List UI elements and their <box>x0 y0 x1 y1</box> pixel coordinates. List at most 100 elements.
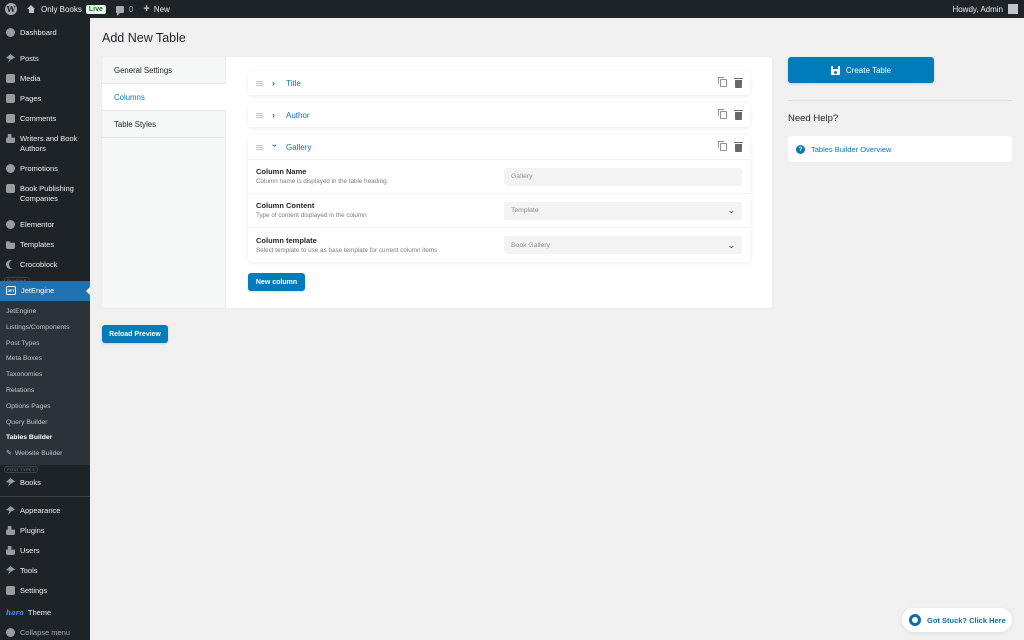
my-account-link[interactable]: Howdy, Admin <box>952 4 1024 14</box>
help-link-card[interactable]: ? Tables Builder Overview <box>788 136 1012 162</box>
column-header[interactable]: › Gallery <box>248 135 750 159</box>
sidebar-item-promotions[interactable]: Promotions <box>0 159 90 179</box>
submenu-item-tables-builder[interactable]: Tables Builder <box>0 430 90 446</box>
submenu-item-query-builder[interactable]: Query Builder <box>0 415 90 431</box>
sidebar-item-users[interactable]: Users <box>0 541 90 561</box>
pin-icon <box>6 477 15 487</box>
submenu-item-post-types[interactable]: Post Types <box>0 336 90 352</box>
column-template-select[interactable]: Book Gallery ⌄ <box>504 236 742 254</box>
submenu-item-jetengine[interactable]: JetEngine <box>0 304 90 320</box>
sidebar-item-label: Pages <box>20 94 42 103</box>
sidebar-item-theme[interactable]: hara Theme <box>0 603 90 623</box>
tables-builder-overview-link[interactable]: Tables Builder Overview <box>811 145 891 154</box>
sidebar-item-label: JetEngine <box>21 286 55 295</box>
field-column-template: Column template Select template to use as… <box>248 228 750 262</box>
sidebar-item-crocoblock[interactable]: Crocoblock <box>0 255 90 275</box>
copy-icon[interactable] <box>718 77 727 87</box>
reload-preview-button[interactable]: Reload Preview <box>102 325 168 343</box>
live-badge: Live <box>85 4 106 14</box>
users-icon <box>6 134 15 143</box>
column-header[interactable]: › Author <box>248 103 750 127</box>
jetengine-icon: JET <box>6 286 16 295</box>
got-stuck-button[interactable]: Got Stuck? Click Here <box>902 608 1012 632</box>
main-content: Add New Table General Settings Columns T… <box>90 18 1024 640</box>
submenu-item-website-builder[interactable]: ✎ Website Builder <box>0 446 90 462</box>
new-content-link[interactable]: + New <box>138 0 174 18</box>
plus-icon: + <box>143 3 150 15</box>
wordpress-icon: W <box>5 3 17 15</box>
submenu-item-options-pages[interactable]: Options Pages <box>0 399 90 415</box>
column-title: Title <box>286 78 301 88</box>
sidebar-item-plugins[interactable]: Plugins <box>0 521 90 541</box>
column-settings: Column Name Column name is displayed in t… <box>248 159 750 262</box>
trash-icon[interactable] <box>734 141 743 152</box>
new-label: New <box>153 4 170 14</box>
admin-sidebar: Dashboard Posts Media Pages Comments Wri… <box>0 18 90 640</box>
sidebar-item-elementor[interactable]: Elementor <box>0 215 90 235</box>
sidebar-item-tools[interactable]: Tools <box>0 561 90 581</box>
table-editor: General Settings Columns Table Styles › … <box>102 57 772 308</box>
column-item: › Title <box>248 71 750 95</box>
comments-link[interactable]: 0 <box>111 0 138 18</box>
tab-general-settings[interactable]: General Settings <box>102 57 225 84</box>
hara-logo: hara <box>6 607 24 617</box>
tab-columns[interactable]: Columns <box>102 84 226 111</box>
sidebar-item-dashboard[interactable]: Dashboard <box>0 23 90 43</box>
submenu-item-meta-boxes[interactable]: Meta Boxes <box>0 351 90 367</box>
sidebar-item-label: Dashboard <box>20 28 57 37</box>
sidebar-item-label: Book Publishing Companies <box>20 184 74 203</box>
select-value: Book Gallery <box>511 241 550 249</box>
plugins-icon <box>6 525 15 535</box>
column-name-input[interactable]: Gallery <box>504 167 742 186</box>
lifebuoy-icon <box>909 614 921 626</box>
field-label: Column Content <box>256 201 315 210</box>
sidebar-item-appearance[interactable]: Appearance <box>0 501 90 521</box>
sidebar-item-label: Users <box>20 545 40 555</box>
tab-table-styles[interactable]: Table Styles <box>102 111 225 138</box>
sidebar-item-books[interactable]: Books <box>0 473 90 493</box>
copy-icon[interactable] <box>718 109 727 119</box>
sidebar-item-writers[interactable]: Writers and Book Authors <box>0 129 90 159</box>
submenu-item-relations[interactable]: Relations <box>0 383 90 399</box>
collapse-label: Collapse menu <box>20 627 71 637</box>
column-header[interactable]: › Title <box>248 71 750 95</box>
submenu-item-listings[interactable]: Listings/Components <box>0 320 90 336</box>
chevron-down-icon: › <box>270 144 280 147</box>
settings-icon <box>6 585 15 595</box>
trash-icon[interactable] <box>734 77 743 88</box>
sidebar-item-media[interactable]: Media <box>0 69 90 89</box>
drag-handle-icon[interactable] <box>256 144 263 150</box>
sidebar-item-comments[interactable]: Comments <box>0 109 90 129</box>
input-value: Gallery <box>511 173 533 180</box>
column-content-select[interactable]: Template ⌄ <box>504 201 742 220</box>
drag-handle-icon[interactable] <box>256 112 263 118</box>
divider <box>788 100 1012 101</box>
field-description: Type of content displayed in the column <box>256 212 367 219</box>
sidebar-item-label: Settings <box>20 585 48 595</box>
submenu-item-taxonomies[interactable]: Taxonomies <box>0 367 90 383</box>
sidebar-item-pages[interactable]: Pages <box>0 89 90 109</box>
create-table-button[interactable]: Create Table <box>788 57 934 83</box>
columns-panel: › Title › Author › Gallery Column Name C… <box>226 57 772 308</box>
new-column-button[interactable]: New column <box>248 273 305 291</box>
help-title: Need Help? <box>788 113 839 124</box>
create-table-label: Create Table <box>845 65 892 75</box>
sidebar-item-settings[interactable]: Settings <box>0 581 90 601</box>
sidebar-item-jetengine[interactable]: JET JetEngine <box>0 281 90 301</box>
copy-icon[interactable] <box>718 141 727 151</box>
drag-handle-icon[interactable] <box>256 80 263 86</box>
sidebar-item-publishers[interactable]: Book Publishing Companies <box>0 179 90 209</box>
wp-logo-menu[interactable]: W <box>0 0 22 18</box>
appearance-icon <box>6 505 15 515</box>
trash-icon[interactable] <box>734 109 743 120</box>
sidebar-item-label: Writers and Book Authors <box>20 134 78 153</box>
jetengine-submenu: JetEngine Listings/Components Post Types… <box>0 301 90 465</box>
sidebar-item-label: Templates <box>20 240 55 249</box>
sidebar-item-label: Plugins <box>20 525 45 535</box>
sidebar-item-posts[interactable]: Posts <box>0 49 90 69</box>
folder-icon <box>6 241 15 249</box>
sidebar-item-templates[interactable]: Templates <box>0 235 90 255</box>
chevron-right-icon: › <box>272 110 275 120</box>
collapse-menu-button[interactable]: Collapse menu <box>0 623 90 640</box>
site-name-link[interactable]: Only Books Live <box>22 0 111 18</box>
